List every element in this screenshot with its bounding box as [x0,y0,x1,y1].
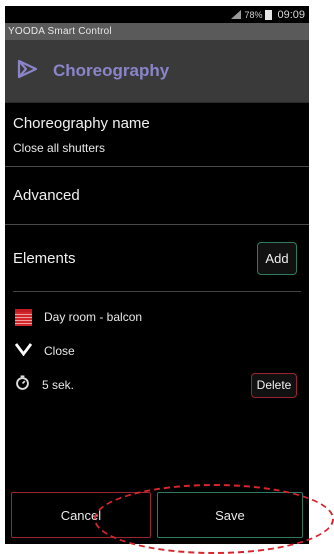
choreography-name-section[interactable]: Choreography name Close all shutters [5,103,309,167]
elements-header: Elements Add [5,225,309,291]
element-device-label: Day room - balcon [44,310,143,324]
delete-button[interactable]: Delete [251,372,297,398]
status-bar: 78% 09:09 [5,6,309,23]
divider [13,291,301,292]
clock: 09:09 [277,8,305,21]
shutter-icon [15,308,32,326]
choreography-name-label: Choreography name [13,115,150,132]
element-action-label: Close [44,344,75,358]
timer-icon [15,375,30,395]
battery-percent: 78% [244,9,263,20]
app-title: YOODA Smart Control [5,23,309,40]
advanced-label: Advanced [13,187,80,204]
elements-label: Elements [13,249,76,267]
cancel-button[interactable]: Cancel [11,492,151,538]
list-item[interactable]: 5 sek. Delete [5,368,309,402]
list-item[interactable]: Day room - balcon [5,300,309,334]
chevron-down-icon [14,342,33,361]
bottom-action-bar: Cancel Save [5,488,309,544]
element-delay-label: 5 sek. [42,378,75,392]
advanced-row[interactable]: Advanced [5,167,309,225]
page-title: Choreography [53,61,170,80]
signal-icon [231,10,242,19]
list-item[interactable]: Close [5,334,309,368]
choreography-play-icon [17,59,39,84]
choreography-name-value[interactable]: Close all shutters [13,141,301,155]
battery-icon [265,9,273,20]
screen-header: Choreography [5,40,309,103]
save-button[interactable]: Save [156,492,303,538]
add-element-button[interactable]: Add [257,241,297,275]
phone-screen: 78% 09:09 YOODA Smart Control Choreograp… [5,6,309,544]
